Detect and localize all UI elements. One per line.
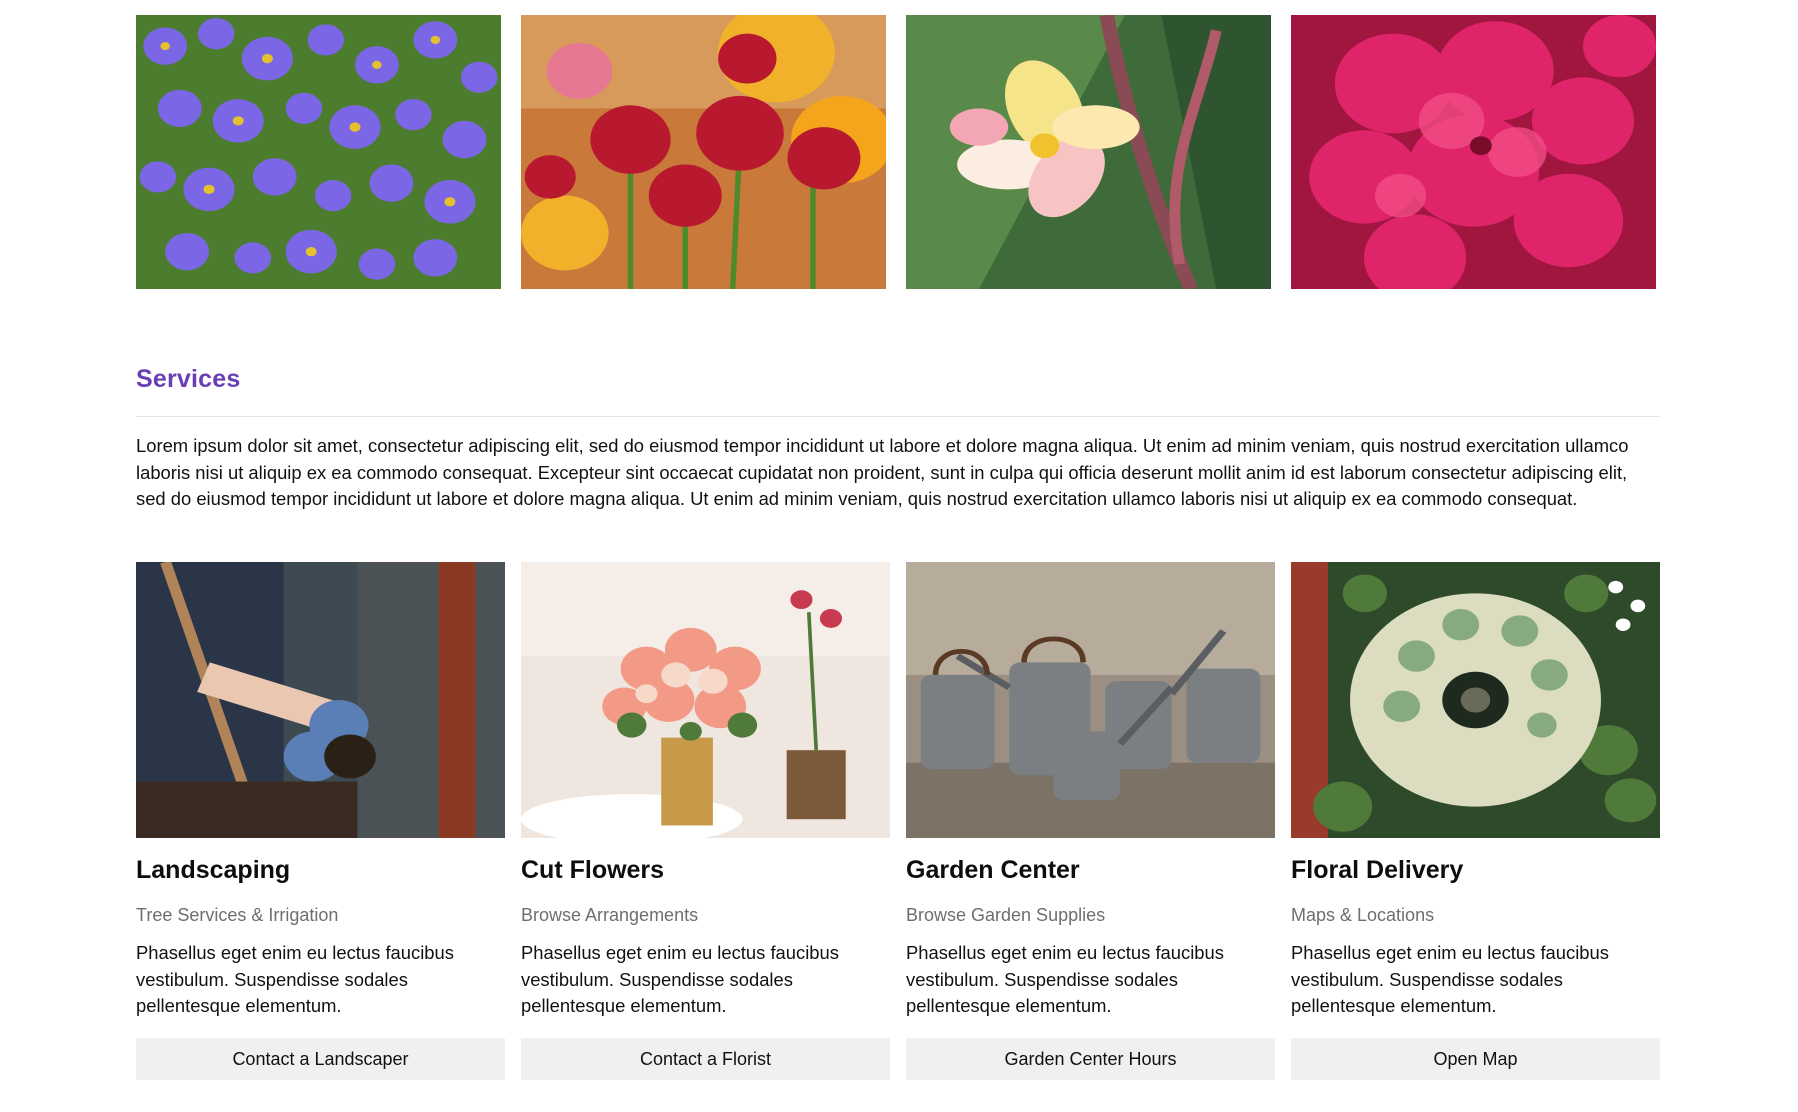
page: Services Lorem ipsum dolor sit amet, con… [0, 0, 1798, 1112]
garden-center-photo [906, 562, 1275, 838]
photo-gallery [136, 15, 1656, 289]
contact-florist-button[interactable]: Contact a Florist [521, 1038, 890, 1080]
services-description: Lorem ipsum dolor sit amet, consectetur … [136, 435, 1629, 509]
purple-asters-photo[interactable] [136, 15, 501, 289]
contact-landscaper-button[interactable]: Contact a Landscaper [136, 1038, 505, 1080]
pink-geranium-photo[interactable] [1291, 15, 1656, 289]
cut-flowers-photo [521, 562, 890, 838]
service-card-cut-flowers: Cut Flowers Browse Arrangements Phasellu… [521, 562, 890, 1080]
section-divider [136, 416, 1660, 417]
floral-delivery-photo [1291, 562, 1660, 838]
card-subtitle: Browse Arrangements [521, 905, 699, 925]
card-description: Phasellus eget enim eu lectus faucibus v… [521, 942, 839, 1016]
services-heading: Services [136, 365, 241, 393]
card-title: Landscaping [136, 856, 291, 884]
card-title: Floral Delivery [1291, 856, 1464, 884]
service-card-landscaping: Landscaping Tree Services & Irrigation P… [136, 562, 505, 1080]
card-subtitle: Browse Garden Supplies [906, 905, 1106, 925]
card-title: Garden Center [906, 856, 1080, 884]
red-daisies-photo[interactable] [521, 15, 886, 289]
garden-center-hours-button[interactable]: Garden Center Hours [906, 1038, 1275, 1080]
card-description: Phasellus eget enim eu lectus faucibus v… [906, 942, 1224, 1016]
open-map-button[interactable]: Open Map [1291, 1038, 1660, 1080]
card-description: Phasellus eget enim eu lectus faucibus v… [1291, 942, 1609, 1016]
landscaping-photo [136, 562, 505, 838]
card-subtitle: Maps & Locations [1291, 905, 1435, 925]
service-cards: Landscaping Tree Services & Irrigation P… [136, 562, 1660, 1080]
service-card-floral-delivery: Floral Delivery Maps & Locations Phasell… [1291, 562, 1660, 1080]
service-card-garden-center: Garden Center Browse Garden Supplies Pha… [906, 562, 1275, 1080]
card-title: Cut Flowers [521, 856, 665, 884]
frangipani-photo[interactable] [906, 15, 1271, 289]
card-subtitle: Tree Services & Irrigation [136, 905, 339, 925]
card-description: Phasellus eget enim eu lectus faucibus v… [136, 942, 454, 1016]
